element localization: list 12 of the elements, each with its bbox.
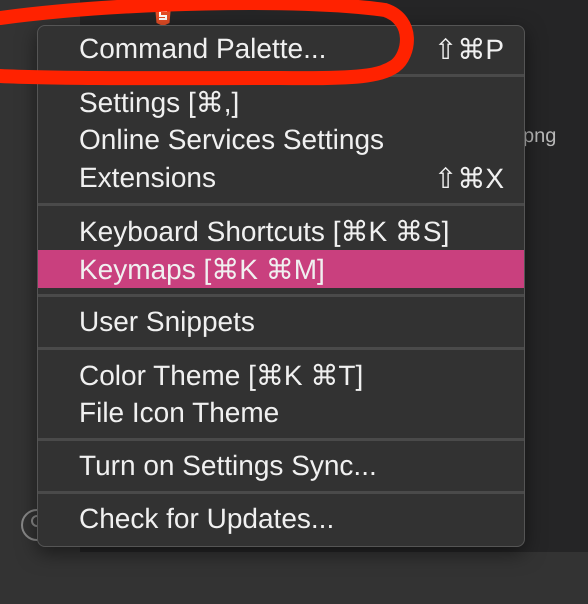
menu-item[interactable]: Online Services Settings (38, 121, 524, 159)
menu-item[interactable]: Settings [⌘,] (38, 83, 524, 121)
menu-item[interactable]: Command Palette... ⇧⌘P (38, 30, 524, 68)
menu-item[interactable]: Extensions ⇧⌘X (38, 159, 524, 197)
menu-item[interactable]: Check for Updates... (38, 500, 524, 538)
menu-item[interactable]: Keyboard Shortcuts [⌘K ⌘S] (38, 212, 524, 250)
menu-item[interactable]: File Icon Theme (38, 394, 524, 432)
file-name: png (523, 125, 556, 148)
menu-item[interactable]: Color Theme [⌘K ⌘T] (38, 356, 524, 394)
menu-item[interactable]: User Snippets (38, 303, 524, 341)
menu-item[interactable]: Keymaps [⌘K ⌘M] (38, 250, 524, 288)
menu-item[interactable]: Turn on Settings Sync... (38, 447, 524, 485)
